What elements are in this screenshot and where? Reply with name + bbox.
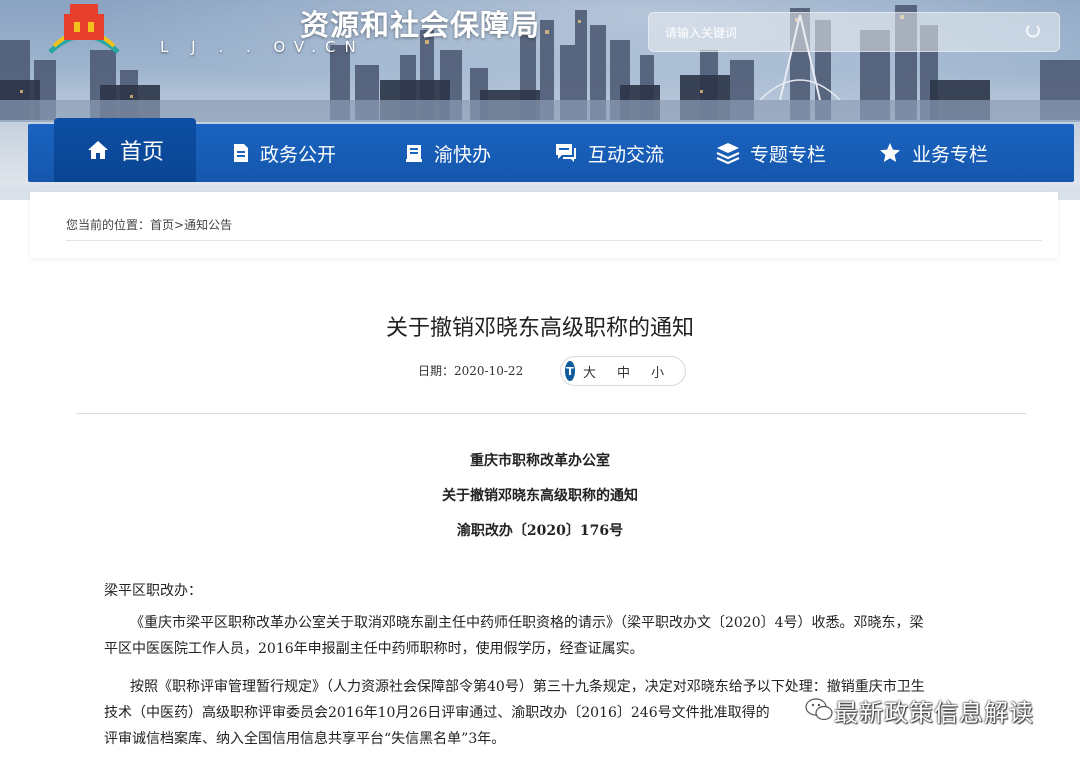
date-value: 2020-10-22 xyxy=(454,364,524,378)
font-size-medium-button[interactable]: 中 xyxy=(617,362,630,381)
breadcrumb-home-link[interactable]: 首页 xyxy=(150,218,174,232)
chat-icon xyxy=(556,144,576,162)
nav-label: 政务公开 xyxy=(260,143,337,166)
breadcrumb-card: 您当前的位置：首页>通知公告 xyxy=(30,192,1058,258)
nav-label: 业务专栏 xyxy=(912,143,989,166)
font-size-large-button[interactable]: 大 xyxy=(583,362,596,381)
article-date: 日期：2020-10-22 xyxy=(418,362,523,379)
home-icon xyxy=(87,141,108,159)
layers-icon xyxy=(716,143,740,164)
date-label: 日期： xyxy=(418,364,455,378)
nav-item-special-topics[interactable]: 专题专栏 xyxy=(716,124,826,182)
salutation: 梁平区职改办： xyxy=(104,583,202,599)
document-title: 关于撤销邓晓东高级职称的通知 xyxy=(442,488,638,504)
paragraph-2-line-2: 技术（中医药）高级职称评审委员会2016年10月26日评审通过、渝职改办〔201… xyxy=(104,705,770,721)
article-divider xyxy=(76,413,1026,414)
breadcrumb-separator: > xyxy=(174,218,185,232)
nav-label: 专题专栏 xyxy=(750,143,827,166)
search-icon[interactable] xyxy=(1025,23,1041,39)
breadcrumb-current-link[interactable]: 通知公告 xyxy=(184,218,232,232)
nav-label: 互动交流 xyxy=(588,143,665,166)
document-icon xyxy=(234,144,248,162)
nav-label: 渝快办 xyxy=(434,143,492,166)
font-size-small-button[interactable]: 小 xyxy=(651,362,664,381)
search-input[interactable] xyxy=(663,21,1007,45)
nav-item-home[interactable]: 首页 xyxy=(54,118,196,182)
site-url: L J . . OV.CN xyxy=(160,38,365,56)
breadcrumb: 您当前的位置：首页>通知公告 xyxy=(66,216,232,233)
paragraph-1-line-2: 平区中医医院工作人员，2016年申报副主任中药师职称时，使用假学历，经查证属实。 xyxy=(104,641,644,657)
book-icon xyxy=(406,145,422,162)
main-nav: 首页 政务公开 渝快办 互动交流 专题专栏 业务专栏 xyxy=(28,118,1074,182)
issuer: 重庆市职称改革办公室 xyxy=(470,453,610,469)
star-icon xyxy=(880,143,900,162)
paragraph-2-line-3: 评审诚信档案库、纳入全国信用信息共享平台“失信黑名单”3年。 xyxy=(104,731,506,747)
search-box[interactable] xyxy=(648,12,1060,52)
nav-item-interaction[interactable]: 互动交流 xyxy=(554,124,664,182)
breadcrumb-prefix: 您当前的位置： xyxy=(66,218,151,232)
watermark-text: 最新政策信息解读 xyxy=(834,698,1034,727)
nav-label: 首页 xyxy=(119,140,164,165)
nav-item-government-affairs[interactable]: 政务公开 xyxy=(232,124,336,182)
breadcrumb-divider xyxy=(66,240,1042,241)
article-title: 关于撤销邓晓东高级职称的通知 xyxy=(385,316,694,341)
font-size-control: T 大 中 小 xyxy=(560,356,686,386)
watermark: 最新政策信息解读 xyxy=(804,694,1034,727)
font-size-icon: T xyxy=(565,361,575,381)
nav-item-business[interactable]: 业务专栏 xyxy=(878,124,988,182)
document-number: 渝职改办〔2020〕176号 xyxy=(456,523,624,539)
site-logo[interactable] xyxy=(44,0,124,60)
nav-item-yukuaiban[interactable]: 渝快办 xyxy=(404,124,491,182)
paragraph-1-line-1: 《重庆市梁平区职称改革办公室关于取消邓晓东副主任中药师任职资格的请示》（梁平职改… xyxy=(130,615,924,631)
wechat-icon xyxy=(805,698,833,721)
